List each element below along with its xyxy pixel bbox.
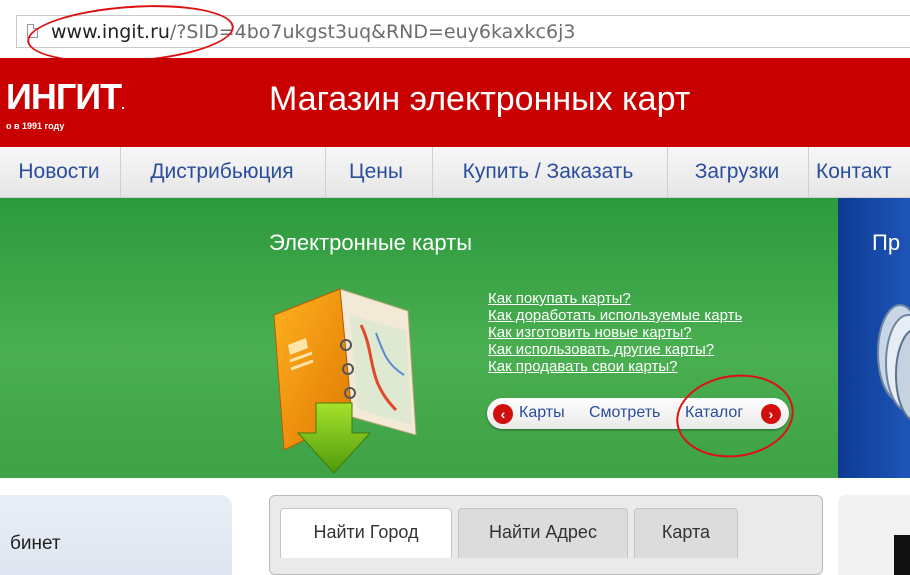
nav-item-prices[interactable]: Цены [340, 147, 412, 197]
main-nav: Новости Дистрибьюция Цены Купить / Заказ… [0, 147, 910, 198]
banner-title: Электронные карты [269, 230, 473, 255]
tab-find-city[interactable]: Найти Город [280, 508, 452, 558]
user-cabinet-panel: бинет [0, 495, 232, 575]
tab-find-address[interactable]: Найти Адрес [458, 508, 628, 558]
page-title: Магазин электронных карт [269, 80, 691, 118]
link-how-to-make[interactable]: Как изготовить новые карты? [488, 324, 742, 341]
bottom-section: бинет Найти Город Найти Адрес Карта [0, 478, 910, 575]
nav-item-buy-order[interactable]: Купить / Заказать [448, 147, 648, 197]
link-how-to-sell[interactable]: Как продавать свои карты? [488, 358, 742, 375]
site-header: ИНГИТ. о в 1991 году Магазин электронных… [0, 58, 910, 147]
right-card [838, 495, 910, 575]
nav-separator [808, 147, 809, 197]
map-book-icon [273, 288, 417, 474]
link-how-to-use-other[interactable]: Как использовать другие карты? [488, 341, 742, 358]
nav-separator [432, 147, 433, 197]
nav-item-contacts[interactable]: Контакт [816, 147, 910, 197]
nav-item-news[interactable]: Новости [8, 147, 110, 197]
search-tabs-panel: Найти Город Найти Адрес Карта [269, 495, 823, 575]
link-how-to-buy[interactable]: Как покупать карты? [488, 290, 742, 307]
device-thumbnail [894, 535, 910, 575]
tab-map[interactable]: Карта [634, 508, 738, 558]
nav-item-downloads[interactable]: Загрузки [682, 147, 792, 197]
pill-maps-label[interactable]: Карты [519, 404, 565, 422]
logo-dot: . [121, 96, 125, 112]
site-logo[interactable]: ИНГИТ. [6, 76, 125, 118]
promo-panel: Пр [838, 198, 910, 478]
link-how-to-improve[interactable]: Как доработать используемые карть [488, 307, 742, 324]
nav-item-distribution[interactable]: Дистрибьюция [136, 147, 308, 197]
annotation-circle-catalog [670, 367, 800, 465]
logo-subtitle: о в 1991 году [6, 121, 65, 131]
arrow-left-icon[interactable]: ‹ [493, 404, 513, 424]
nav-separator [120, 147, 121, 197]
cabinet-label: бинет [10, 533, 61, 554]
nav-separator [325, 147, 326, 197]
disc-stack-icon [877, 304, 910, 421]
banner-links: Как покупать карты? Как доработать испол… [488, 290, 742, 375]
logo-text: ИНГИТ [6, 76, 122, 117]
nav-separator [667, 147, 668, 197]
browser-address-bar: www.ingit.ru/?SID=4bo7ukgst3uq&RND=euy6k… [0, 0, 910, 70]
promo-panel-title: Пр [872, 230, 901, 255]
pill-view-link[interactable]: Смотреть [589, 404, 660, 422]
